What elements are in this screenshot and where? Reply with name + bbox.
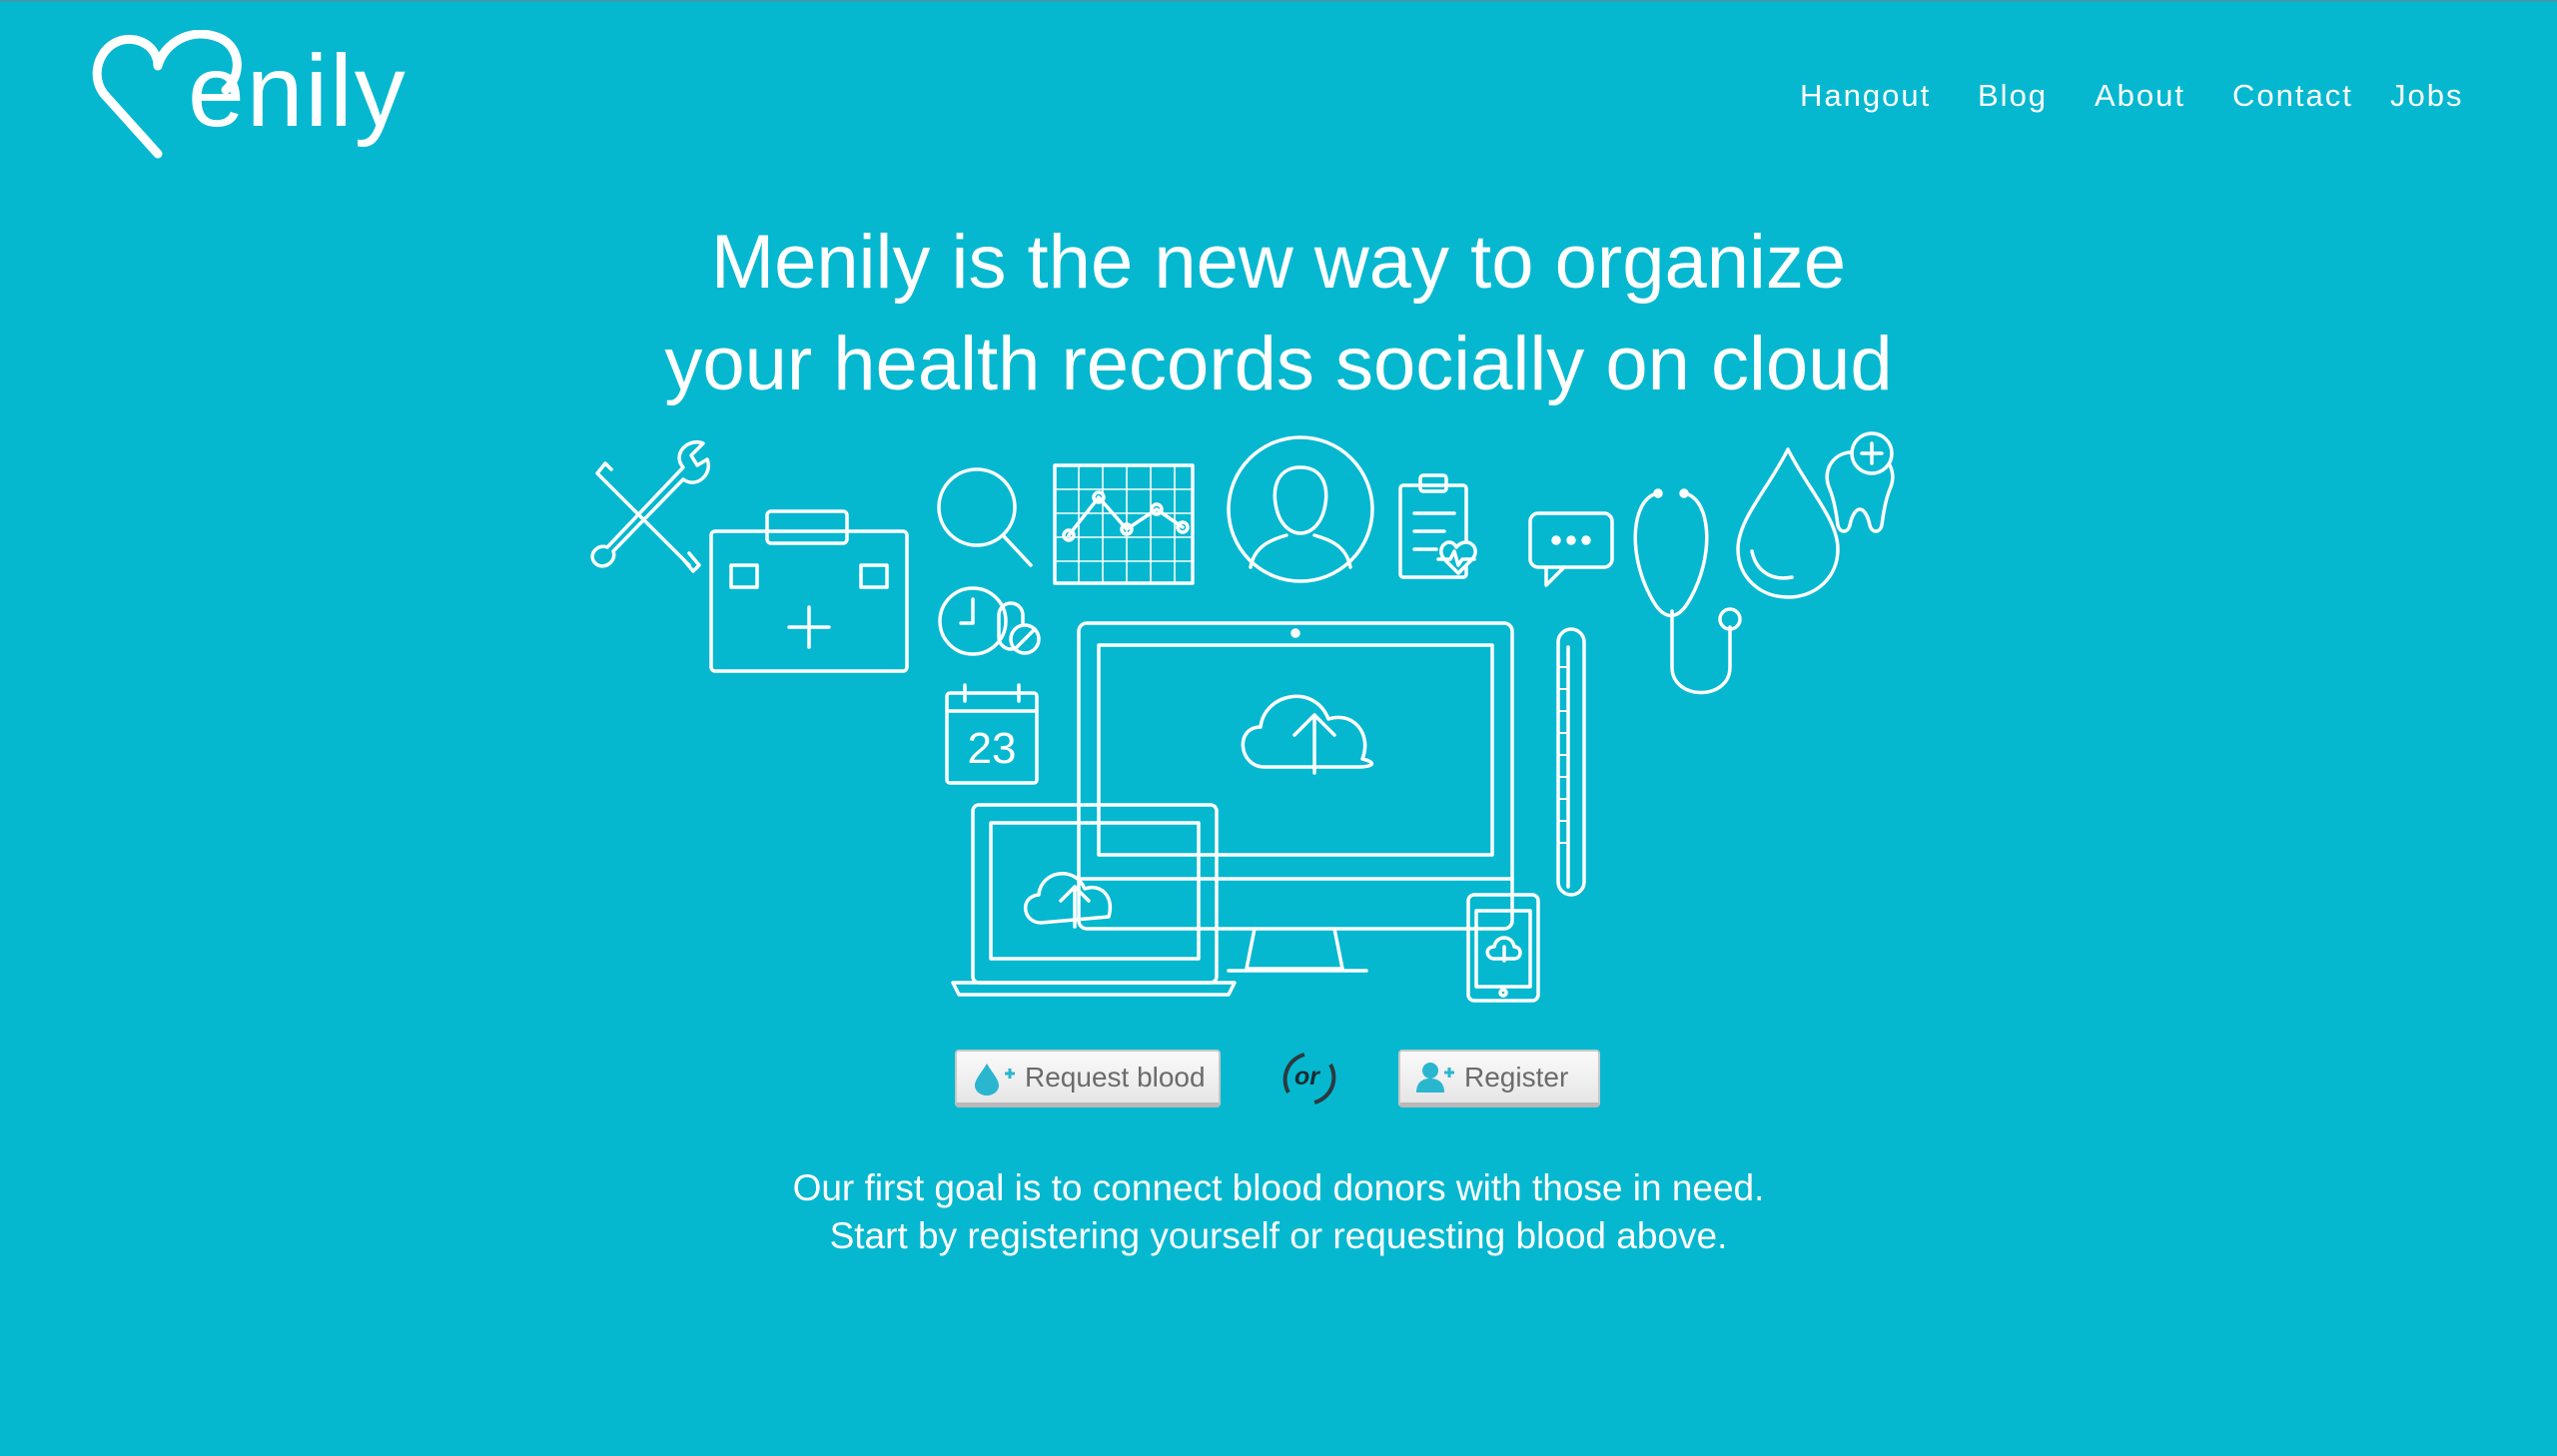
- top-border: [0, 0, 2557, 2]
- blood-drop-plus-icon: [975, 1063, 1015, 1095]
- nav-link-contact[interactable]: Contact: [2232, 78, 2353, 114]
- tools-icon: [590, 439, 711, 573]
- tooth-icon: [1825, 431, 1895, 533]
- tablet-icon: [1466, 893, 1540, 1003]
- request-blood-button[interactable]: Request blood: [955, 1050, 1221, 1107]
- clipboard-icon: [1398, 473, 1477, 579]
- nav-link-jobs[interactable]: Jobs: [2390, 78, 2463, 114]
- hero-headline: Menily is the new way to organize your h…: [0, 212, 2557, 415]
- main-nav: Hangout Blog About Contact Jobs: [0, 78, 2557, 118]
- chart-icon: [1053, 463, 1195, 585]
- monitor-icon: [1077, 621, 1514, 973]
- thermometer-icon: [1556, 627, 1586, 897]
- register-button[interactable]: Register: [1398, 1050, 1600, 1107]
- chat-icon: [1528, 511, 1614, 587]
- magnifier-icon: [937, 467, 1033, 567]
- add-user-icon: [1416, 1062, 1454, 1092]
- hero-line-1: Menily is the new way to organize: [710, 220, 1847, 305]
- nav-link-about[interactable]: About: [2095, 78, 2185, 114]
- request-blood-label: Request blood: [1025, 1061, 1206, 1092]
- tagline-line-2: Start by registering yourself or request…: [829, 1215, 1728, 1256]
- calendar-day: 23: [968, 724, 1017, 773]
- register-label: Register: [1464, 1061, 1569, 1092]
- blood-drop-icon: [1736, 447, 1840, 599]
- tagline: Our first goal is to connect blood donor…: [0, 1164, 2557, 1260]
- nav-link-blog[interactable]: Blog: [1978, 78, 2048, 114]
- nav-link-hangout[interactable]: Hangout: [1800, 78, 1931, 114]
- clock-pills-icon: [938, 586, 1041, 656]
- hero-illustration: 23: [579, 427, 1938, 1007]
- laptop-icon: [951, 803, 1237, 997]
- or-label: or: [1294, 1063, 1319, 1091]
- user-icon: [1227, 435, 1374, 583]
- stethoscope-icon: [1633, 488, 1742, 695]
- hero-line-2: your health records socially on cloud: [664, 322, 1893, 406]
- medical-kit-icon: [709, 509, 909, 673]
- tagline-line-1: Our first goal is to connect blood donor…: [792, 1167, 1765, 1208]
